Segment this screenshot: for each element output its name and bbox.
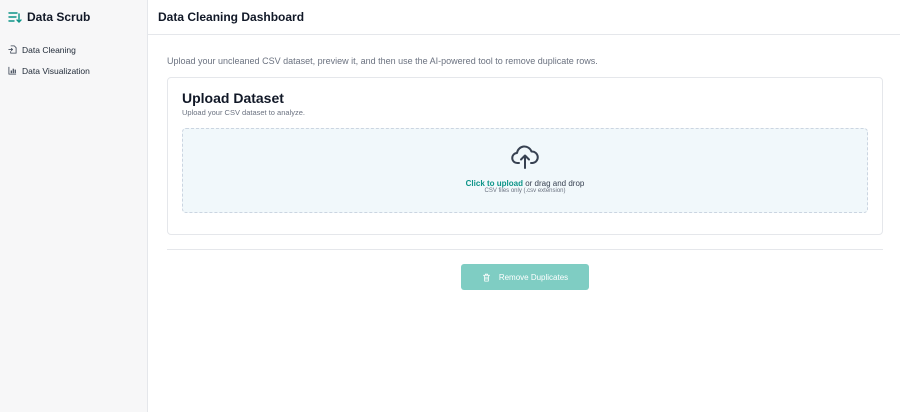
page-title: Data Cleaning Dashboard	[158, 10, 305, 24]
app-root: Data Scrub Data Cleaning Data Visualizat…	[0, 0, 900, 412]
cloud-upload-icon	[511, 144, 539, 170]
brand-title: Data Scrub	[27, 10, 91, 24]
divider	[167, 249, 883, 250]
card-title: Upload Dataset	[182, 90, 284, 106]
content: Upload your uncleaned CSV dataset, previ…	[148, 55, 900, 290]
sidebar: Data Scrub Data Cleaning Data Visualizat…	[0, 0, 148, 412]
bar-chart-icon	[8, 66, 17, 75]
drag-drop-text: or drag and drop	[522, 179, 585, 188]
remove-duplicates-button[interactable]: Remove Duplicates	[461, 264, 589, 290]
upload-card: Upload Dataset Upload your CSV dataset t…	[167, 77, 883, 235]
brand[interactable]: Data Scrub	[0, 0, 147, 34]
sidebar-item-data-visualization[interactable]: Data Visualization	[0, 60, 147, 81]
main-panel: Data Cleaning Dashboard Upload your uncl…	[148, 0, 900, 412]
upload-dropzone[interactable]: Click to upload or drag and drop CSV fil…	[182, 128, 868, 213]
file-type-hint: CSV files only (.csv extension)	[484, 188, 566, 194]
file-import-icon	[8, 45, 17, 54]
sidebar-item-label: Data Cleaning	[22, 44, 76, 55]
click-to-upload-link[interactable]: Click to upload	[466, 179, 523, 188]
action-row: Remove Duplicates	[167, 264, 883, 290]
trash-icon	[482, 273, 491, 282]
dropzone-instructions: Click to upload or drag and drop	[466, 179, 585, 188]
remove-duplicates-label: Remove Duplicates	[498, 272, 569, 282]
card-subtitle: Upload your CSV dataset to analyze.	[182, 108, 305, 117]
intro-text: Upload your uncleaned CSV dataset, previ…	[167, 56, 598, 66]
sidebar-item-label: Data Visualization	[22, 65, 90, 76]
sidebar-item-data-cleaning[interactable]: Data Cleaning	[0, 39, 147, 60]
sidebar-nav: Data Cleaning Data Visualization	[0, 39, 147, 81]
list-filter-icon	[8, 10, 22, 24]
top-bar: Data Cleaning Dashboard	[148, 0, 900, 35]
